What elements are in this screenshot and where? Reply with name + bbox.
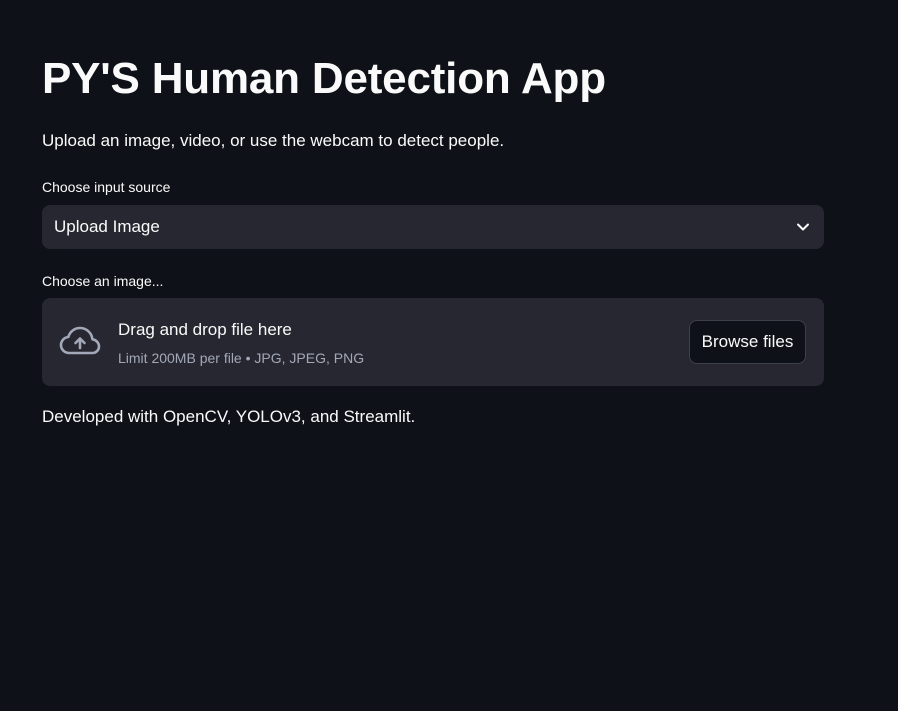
dropzone-title: Drag and drop file here: [118, 320, 292, 339]
input-source-select[interactable]: Upload Image: [42, 205, 824, 249]
page-title: PY'S Human Detection App: [42, 54, 606, 103]
cloud-upload-icon: [59, 325, 101, 357]
footer-text: Developed with OpenCV, YOLOv3, and Strea…: [42, 407, 416, 426]
source-select-label: Choose input source: [42, 179, 171, 195]
chevron-down-icon: [796, 220, 810, 234]
input-source-select-value: Upload Image: [54, 217, 160, 236]
file-dropzone[interactable]: Drag and drop file here Limit 200MB per …: [42, 298, 824, 386]
browse-files-button[interactable]: Browse files: [689, 320, 806, 364]
dropzone-limit-text: Limit 200MB per file • JPG, JPEG, PNG: [118, 350, 365, 366]
uploader-label: Choose an image...: [42, 273, 164, 289]
page-subtitle: Upload an image, video, or use the webca…: [42, 131, 505, 150]
